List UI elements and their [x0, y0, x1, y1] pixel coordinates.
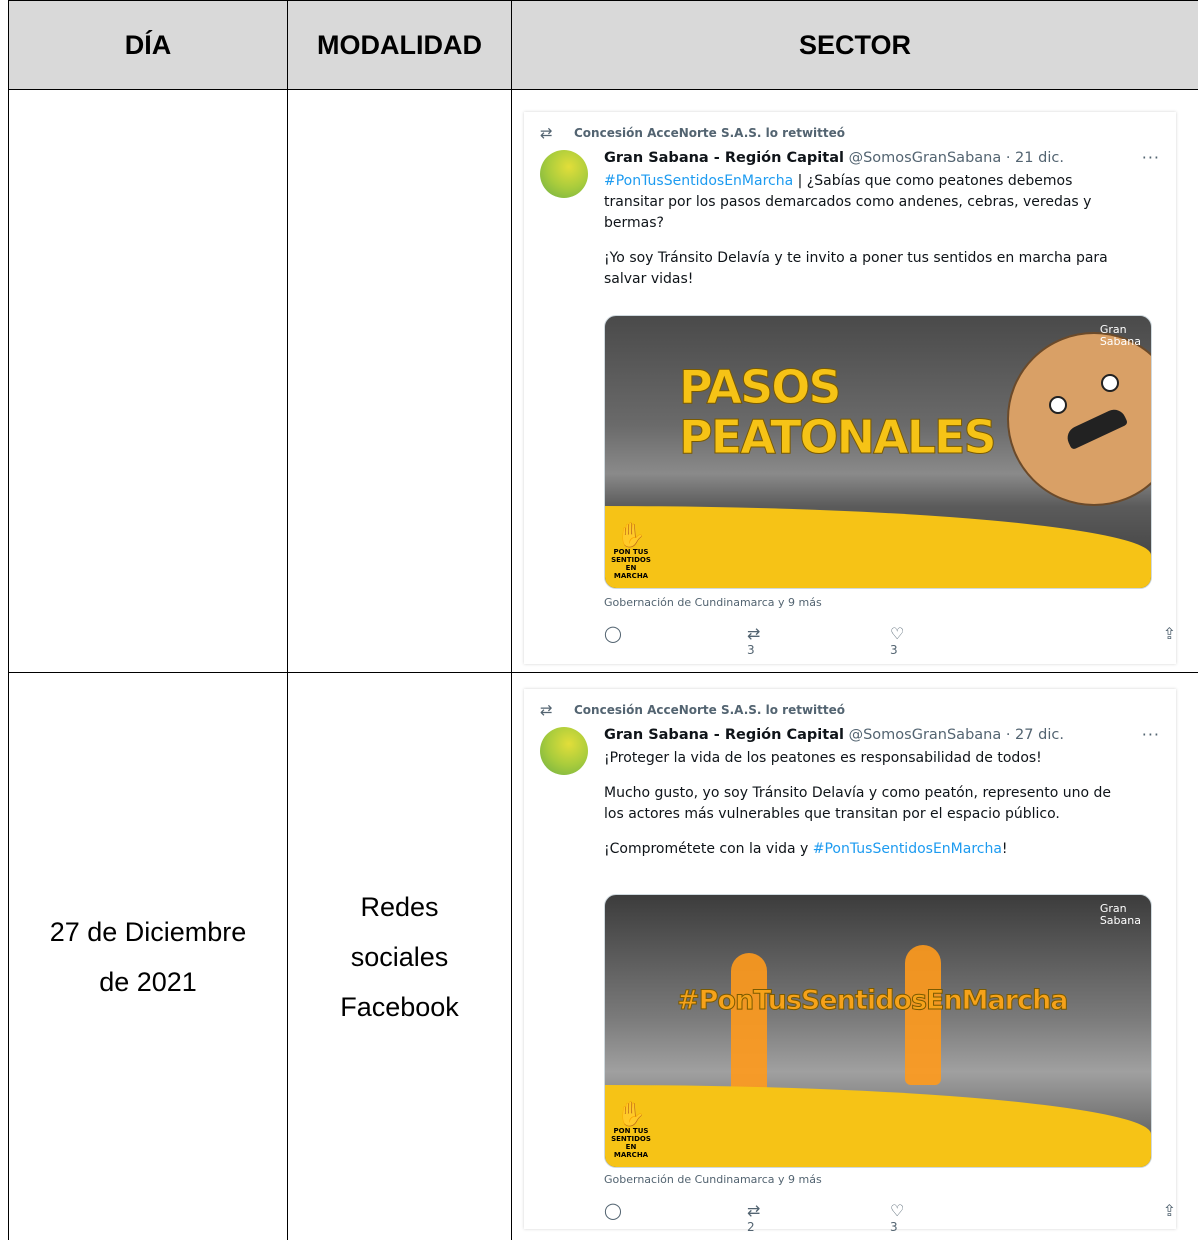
- media-title-line: PASOS: [679, 362, 995, 412]
- retweet-label: Concesión AcceNorte S.A.S. lo retwitteó: [574, 703, 845, 717]
- tweet-header: Gran Sabana - Región Capital @SomosGranS…: [604, 150, 1164, 166]
- tweet-text-part: !: [1002, 841, 1008, 857]
- tweet-paragraph: Mucho gusto, yo soy Tránsito Delavía y c…: [604, 783, 1134, 825]
- yellow-band: [605, 506, 1151, 588]
- pedestrian-figure: [731, 953, 767, 1103]
- author-name[interactable]: Gran Sabana - Región Capital: [604, 150, 844, 166]
- tweet-text: ¡Proteger la vida de los peatones es res…: [604, 748, 1134, 874]
- modalidad-line: sociales: [288, 932, 511, 982]
- eye: [1049, 396, 1067, 414]
- share-button[interactable]: ⇪: [1033, 1201, 1093, 1234]
- tweet-actions: ◯ ⇄3 ♡3 ⇪: [604, 624, 1150, 657]
- modalidad-cell: Redes sociales Facebook: [288, 673, 512, 1240]
- hand-logo: ✋ PON TUS SENTIDOS EN MARCHA: [611, 1101, 651, 1159]
- modalidad-line: Redes: [288, 882, 511, 932]
- eye: [1101, 374, 1119, 392]
- like-count: 3: [890, 643, 1033, 657]
- mustache: [1064, 406, 1129, 450]
- hand-icon: ✋: [611, 522, 651, 548]
- share-icon: ⇪: [1033, 1201, 1176, 1220]
- cartoon-face: [1007, 332, 1152, 506]
- dia-cell: [9, 90, 288, 673]
- retweet-indicator: ⇄ Concesión AcceNorte S.A.S. lo retwitte…: [574, 703, 845, 717]
- header-sector: SECTOR: [512, 1, 1198, 90]
- hashtag-link[interactable]: #PonTusSentidosEnMarcha: [813, 841, 1002, 857]
- dia-line: de 2021: [9, 957, 287, 1007]
- reply-button[interactable]: ◯: [604, 624, 747, 657]
- hand-logo: ✋ PON TUS SENTIDOS EN MARCHA: [611, 522, 651, 580]
- dia-line: 27 de Diciembre: [9, 907, 287, 957]
- tweet-card[interactable]: ⇄ Concesión AcceNorte S.A.S. lo retwitte…: [524, 112, 1176, 664]
- author-handle[interactable]: @SomosGranSabana · 27 dic.: [849, 727, 1064, 743]
- retweet-label: Concesión AcceNorte S.A.S. lo retwitteó: [574, 126, 845, 140]
- header-dia: DÍA: [9, 1, 288, 90]
- heart-icon: ♡: [890, 1201, 1033, 1220]
- tagged-users[interactable]: Gobernación de Cundinamarca y 9 más: [604, 596, 822, 609]
- retweet-icon: ⇄: [747, 1201, 890, 1220]
- tweet-media[interactable]: #PonTusSentidosEnMarcha Gran Sabana ✋ PO…: [604, 894, 1152, 1168]
- media-title: PASOS PEATONALES: [679, 362, 995, 462]
- reply-icon: ◯: [604, 624, 747, 643]
- media-title: #PonTusSentidosEnMarcha: [677, 985, 1068, 1016]
- author-handle[interactable]: @SomosGranSabana · 21 dic.: [849, 150, 1064, 166]
- logo-line: PON TUS: [611, 548, 651, 556]
- hashtag-link[interactable]: #PonTusSentidosEnMarcha: [604, 173, 793, 189]
- table-row: ⇄ Concesión AcceNorte S.A.S. lo retwitte…: [9, 90, 1198, 673]
- retweet-indicator: ⇄ Concesión AcceNorte S.A.S. lo retwitte…: [574, 126, 845, 140]
- hand-icon: ✋: [611, 1101, 651, 1127]
- header-modalidad: MODALIDAD: [288, 1, 512, 90]
- sector-cell: ⇄ Concesión AcceNorte S.A.S. lo retwitte…: [512, 90, 1198, 673]
- tweet-actions: ◯ ⇄2 ♡3 ⇪: [604, 1201, 1150, 1234]
- logo-line: Gran: [1100, 903, 1141, 915]
- tweet-card[interactable]: ⇄ Concesión AcceNorte S.A.S. lo retwitte…: [524, 689, 1176, 1229]
- tweet-text-part: ¡Comprométete con la vida y: [604, 841, 813, 857]
- more-icon[interactable]: ···: [1142, 148, 1160, 167]
- gran-sabana-logo: Gran Sabana: [1100, 903, 1141, 927]
- modalidad-cell: [288, 90, 512, 673]
- header-row: DÍA MODALIDAD SECTOR: [9, 1, 1198, 90]
- logo-line: SENTIDOS: [611, 556, 651, 564]
- retweet-icon: ⇄: [747, 624, 890, 643]
- gran-sabana-logo: Gran Sabana: [1100, 324, 1141, 348]
- dia-cell: 27 de Diciembre de 2021: [9, 673, 288, 1240]
- retweet-count: 2: [747, 1220, 890, 1234]
- tweet-text: #PonTusSentidosEnMarcha | ¿Sabías que co…: [604, 171, 1134, 304]
- reply-button[interactable]: ◯: [604, 1201, 747, 1234]
- logo-line: PON TUS: [611, 1127, 651, 1135]
- heart-icon: ♡: [890, 624, 1033, 643]
- logo-line: Sabana: [1100, 336, 1141, 348]
- author-name[interactable]: Gran Sabana - Región Capital: [604, 727, 844, 743]
- schedule-table: DÍA MODALIDAD SECTOR ⇄ Concesión AcceNor…: [8, 0, 1198, 1240]
- share-button[interactable]: ⇪: [1033, 624, 1093, 657]
- media-title-line: PEATONALES: [679, 412, 995, 462]
- sector-cell: ⇄ Concesión AcceNorte S.A.S. lo retwitte…: [512, 673, 1198, 1240]
- logo-line: Sabana: [1100, 915, 1141, 927]
- yellow-band: [605, 1085, 1151, 1167]
- table-row: 27 de Diciembre de 2021 Redes sociales F…: [9, 673, 1198, 1240]
- logo-line: SENTIDOS: [611, 1135, 651, 1143]
- share-icon: ⇪: [1033, 624, 1176, 643]
- logo-line: EN MARCHA: [611, 1143, 651, 1159]
- retweet-button[interactable]: ⇄2: [747, 1201, 890, 1234]
- avatar[interactable]: [540, 727, 588, 775]
- retweet-count: 3: [747, 643, 890, 657]
- tagged-users[interactable]: Gobernación de Cundinamarca y 9 más: [604, 1173, 822, 1186]
- retweet-button[interactable]: ⇄3: [747, 624, 890, 657]
- logo-line: EN MARCHA: [611, 564, 651, 580]
- retweet-icon: ⇄: [540, 701, 553, 719]
- tweet-paragraph: ¡Yo soy Tránsito Delavía y te invito a p…: [604, 248, 1134, 290]
- like-button[interactable]: ♡3: [890, 1201, 1033, 1234]
- tweet-header: Gran Sabana - Región Capital @SomosGranS…: [604, 727, 1164, 743]
- reply-icon: ◯: [604, 1201, 747, 1220]
- more-icon[interactable]: ···: [1142, 725, 1160, 744]
- avatar[interactable]: [540, 150, 588, 198]
- retweet-icon: ⇄: [540, 124, 553, 142]
- like-button[interactable]: ♡3: [890, 624, 1033, 657]
- tweet-paragraph: ¡Proteger la vida de los peatones es res…: [604, 748, 1134, 769]
- tweet-media[interactable]: PASOS PEATONALES Gran Sabana ✋ PON TUS S…: [604, 315, 1152, 589]
- modalidad-line: Facebook: [288, 982, 511, 1032]
- like-count: 3: [890, 1220, 1033, 1234]
